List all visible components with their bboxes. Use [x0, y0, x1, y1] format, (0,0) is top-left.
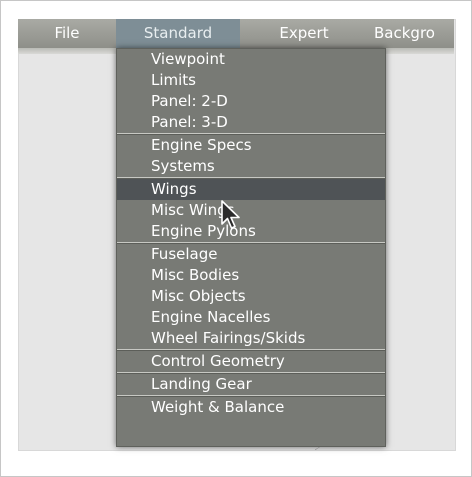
menu-item-panel-2d[interactable]: Panel: 2-D — [117, 91, 385, 112]
menu-group-engine: Engine Specs Systems — [117, 134, 385, 178]
menu-bar: File Standard Expert Backgro — [18, 19, 454, 49]
standard-dropdown-menu: Viewpoint Limits Panel: 2-D Panel: 3-D E… — [116, 48, 386, 447]
menu-file[interactable]: File — [32, 19, 102, 48]
menu-item-landing-gear[interactable]: Landing Gear — [117, 374, 385, 395]
menu-item-systems[interactable]: Systems — [117, 156, 385, 177]
menu-item-engine-pylons[interactable]: Engine Pylons — [117, 221, 385, 242]
menu-group-wings: Wings Misc Wings Engine Pylons — [117, 178, 385, 243]
menu-item-misc-bodies[interactable]: Misc Bodies — [117, 265, 385, 286]
menu-expert[interactable]: Expert — [256, 19, 352, 48]
menu-item-misc-wings[interactable]: Misc Wings — [117, 200, 385, 221]
menu-standard[interactable]: Standard — [116, 19, 240, 48]
menu-item-wings[interactable]: Wings — [117, 179, 385, 200]
menu-item-engine-nacelles[interactable]: Engine Nacelles — [117, 307, 385, 328]
menu-group-gear: Landing Gear — [117, 373, 385, 396]
menu-item-fuselage[interactable]: Fuselage — [117, 244, 385, 265]
menu-item-control-geometry[interactable]: Control Geometry — [117, 351, 385, 372]
menu-group-weight: Weight & Balance — [117, 396, 385, 418]
menu-item-wheel-fairings[interactable]: Wheel Fairings/Skids — [117, 328, 385, 349]
menu-item-limits[interactable]: Limits — [117, 70, 385, 91]
menu-group-control: Control Geometry — [117, 350, 385, 373]
menu-item-weight-balance[interactable]: Weight & Balance — [117, 397, 385, 418]
menu-background[interactable]: Backgro — [374, 19, 464, 48]
menu-item-viewpoint[interactable]: Viewpoint — [117, 49, 385, 70]
menu-item-panel-3d[interactable]: Panel: 3-D — [117, 112, 385, 133]
menu-item-engine-specs[interactable]: Engine Specs — [117, 135, 385, 156]
menu-group-bodies: Fuselage Misc Bodies Misc Objects Engine… — [117, 243, 385, 350]
menu-item-misc-objects[interactable]: Misc Objects — [117, 286, 385, 307]
mouse-pointer-icon — [221, 200, 240, 229]
menu-group-view: Viewpoint Limits Panel: 2-D Panel: 3-D — [117, 49, 385, 134]
